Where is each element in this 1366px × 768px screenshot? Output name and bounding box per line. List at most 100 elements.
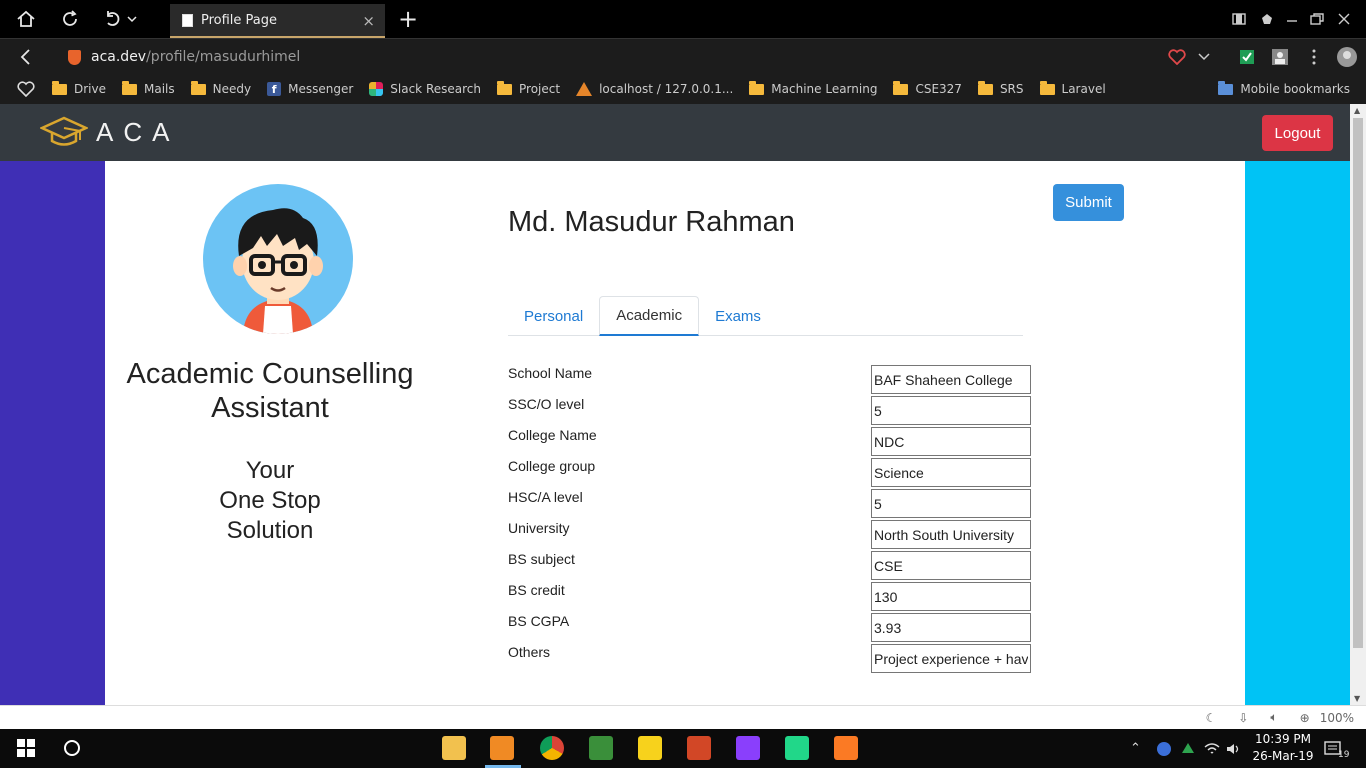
xampp-icon[interactable]: [834, 736, 858, 760]
extension-icon[interactable]: [1256, 0, 1278, 38]
tab-profile-page[interactable]: Profile Page ×: [170, 4, 385, 38]
undo-close-tab-icon[interactable]: [100, 0, 140, 38]
scroll-down-icon[interactable]: ▼: [1354, 694, 1360, 703]
speaker-icon[interactable]: [1226, 729, 1242, 768]
bookmark-machine-learning[interactable]: Machine Learning: [749, 80, 877, 96]
submit-button[interactable]: Submit: [1053, 184, 1124, 221]
bookmark-srs[interactable]: SRS: [977, 80, 1024, 96]
bs-cgpa-input[interactable]: [871, 613, 1031, 642]
brave-shield-icon[interactable]: [68, 49, 81, 65]
extension-user-icon[interactable]: [1270, 39, 1290, 75]
bookmark-localhost[interactable]: localhost / 127.0.0.1...: [576, 82, 733, 96]
app-icon[interactable]: [589, 736, 613, 760]
logout-button[interactable]: Logout: [1262, 115, 1333, 151]
close-tab-icon[interactable]: ×: [362, 12, 375, 30]
pycharm-icon[interactable]: [785, 736, 809, 760]
bs-subject-input[interactable]: [871, 551, 1031, 580]
reload-icon[interactable]: [54, 0, 86, 38]
volume-icon[interactable]: 🔈︎: [1270, 710, 1277, 725]
media-player-icon[interactable]: [638, 736, 662, 760]
school-name-input[interactable]: [871, 365, 1031, 394]
bookmarks-bar: Drive Mails Needy f Messenger Slack Resea…: [0, 74, 1366, 104]
bookmark-drive[interactable]: Drive: [52, 80, 106, 96]
college-group-input[interactable]: [871, 458, 1031, 487]
form-row-university: University: [508, 520, 1031, 551]
aca-logo[interactable]: ACA: [40, 114, 179, 150]
field-label: College Name: [508, 427, 597, 443]
slogan-line: One Stop: [219, 487, 321, 514]
tab-personal[interactable]: Personal: [508, 296, 599, 336]
favorite-heart-icon[interactable]: [1166, 39, 1188, 75]
bookmark-slack-research[interactable]: Slack Research: [369, 82, 481, 96]
scroll-up-icon[interactable]: ▲: [1354, 106, 1360, 115]
menu-dots-icon[interactable]: [1306, 39, 1322, 75]
bookmark-label: CSE327: [915, 82, 962, 96]
hsc-level-input[interactable]: [871, 489, 1031, 518]
file-explorer-icon[interactable]: [442, 736, 466, 760]
slogan-line: Your: [245, 457, 295, 484]
extension-check-icon[interactable]: [1237, 39, 1257, 75]
field-label: HSC/A level: [508, 489, 583, 505]
tray-overflow-icon[interactable]: ⌃: [1130, 729, 1141, 768]
bookmark-label: Mobile bookmarks: [1240, 82, 1350, 96]
powerpoint-icon[interactable]: [687, 736, 711, 760]
new-tab-icon[interactable]: +: [394, 0, 422, 38]
page-viewport: ACA Logout Academic Counselling Assistan…: [0, 104, 1350, 705]
profile-tabs: Personal Academic Exams: [508, 296, 1023, 336]
slogan-line: Solution: [226, 517, 314, 544]
bookmark-needy[interactable]: Needy: [190, 80, 251, 96]
user-name: Md. Masudur Rahman: [508, 206, 795, 238]
folder-icon: [1218, 80, 1234, 95]
zoom-level[interactable]: 100%: [1320, 711, 1354, 725]
chevron-down-icon[interactable]: [1196, 39, 1212, 75]
others-input[interactable]: [871, 644, 1031, 673]
bookmark-mobile-bookmarks[interactable]: Mobile bookmarks: [1218, 80, 1350, 96]
clock-date: 26-Mar-19: [1252, 749, 1314, 763]
field-label: School Name: [508, 365, 593, 381]
clock-time: 10:39 PM: [1255, 732, 1311, 746]
tray-drive-icon[interactable]: [1180, 729, 1196, 768]
back-icon[interactable]: [14, 39, 38, 75]
page-scrollbar[interactable]: ▲ ▼: [1350, 104, 1366, 705]
bookmark-messenger[interactable]: f Messenger: [267, 82, 353, 96]
bookmark-project[interactable]: Project: [497, 80, 560, 96]
scrollbar-thumb[interactable]: [1353, 118, 1363, 648]
college-name-input[interactable]: [871, 427, 1031, 456]
tab-academic[interactable]: Academic: [599, 296, 700, 336]
minimize-icon[interactable]: [1282, 0, 1302, 38]
form-row-bs-cgpa: BS CGPA: [508, 613, 1031, 644]
bookmark-mails[interactable]: Mails: [122, 80, 175, 96]
phpstorm-icon[interactable]: [736, 736, 760, 760]
bookmarks-heart-icon[interactable]: [0, 74, 52, 104]
restore-icon[interactable]: [1307, 0, 1327, 38]
night-mode-icon[interactable]: ☾: [1206, 711, 1217, 725]
brave-browser-icon[interactable]: [490, 736, 514, 760]
action-center-icon[interactable]: 19: [1324, 729, 1349, 768]
bs-credit-input[interactable]: [871, 582, 1031, 611]
home-icon[interactable]: [10, 0, 42, 38]
folder-icon: [122, 80, 137, 95]
profile-avatar-icon[interactable]: [1334, 39, 1360, 75]
ssc-level-input[interactable]: [871, 396, 1031, 425]
bookmark-laravel[interactable]: Laravel: [1039, 80, 1106, 96]
chrome-icon[interactable]: [540, 736, 564, 760]
tray-app-icon[interactable]: [1156, 729, 1172, 768]
url-field[interactable]: aca.dev /profile/masudurhimel: [52, 43, 1152, 71]
bookmark-cse327[interactable]: CSE327: [893, 80, 962, 96]
tab-title: Profile Page: [201, 12, 278, 28]
bookmark-label: Mails: [144, 82, 175, 96]
download-icon[interactable]: ⇩: [1238, 711, 1248, 725]
wifi-icon[interactable]: [1204, 729, 1220, 768]
zoom-icon[interactable]: ⊕: [1300, 711, 1310, 725]
url-path: /profile/masudurhimel: [146, 49, 301, 65]
close-window-icon[interactable]: [1334, 0, 1354, 38]
cortana-search-icon[interactable]: [60, 736, 84, 760]
bookmark-label: SRS: [999, 82, 1024, 96]
folder-icon: [1039, 80, 1055, 95]
windows-start-icon[interactable]: [14, 736, 38, 760]
url-host: aca.dev: [91, 49, 147, 65]
system-clock[interactable]: 10:39 PM 26-Mar-19: [1248, 731, 1318, 765]
university-input[interactable]: [871, 520, 1031, 549]
tab-exams[interactable]: Exams: [699, 296, 777, 336]
tablet-mode-icon[interactable]: [1228, 0, 1250, 38]
